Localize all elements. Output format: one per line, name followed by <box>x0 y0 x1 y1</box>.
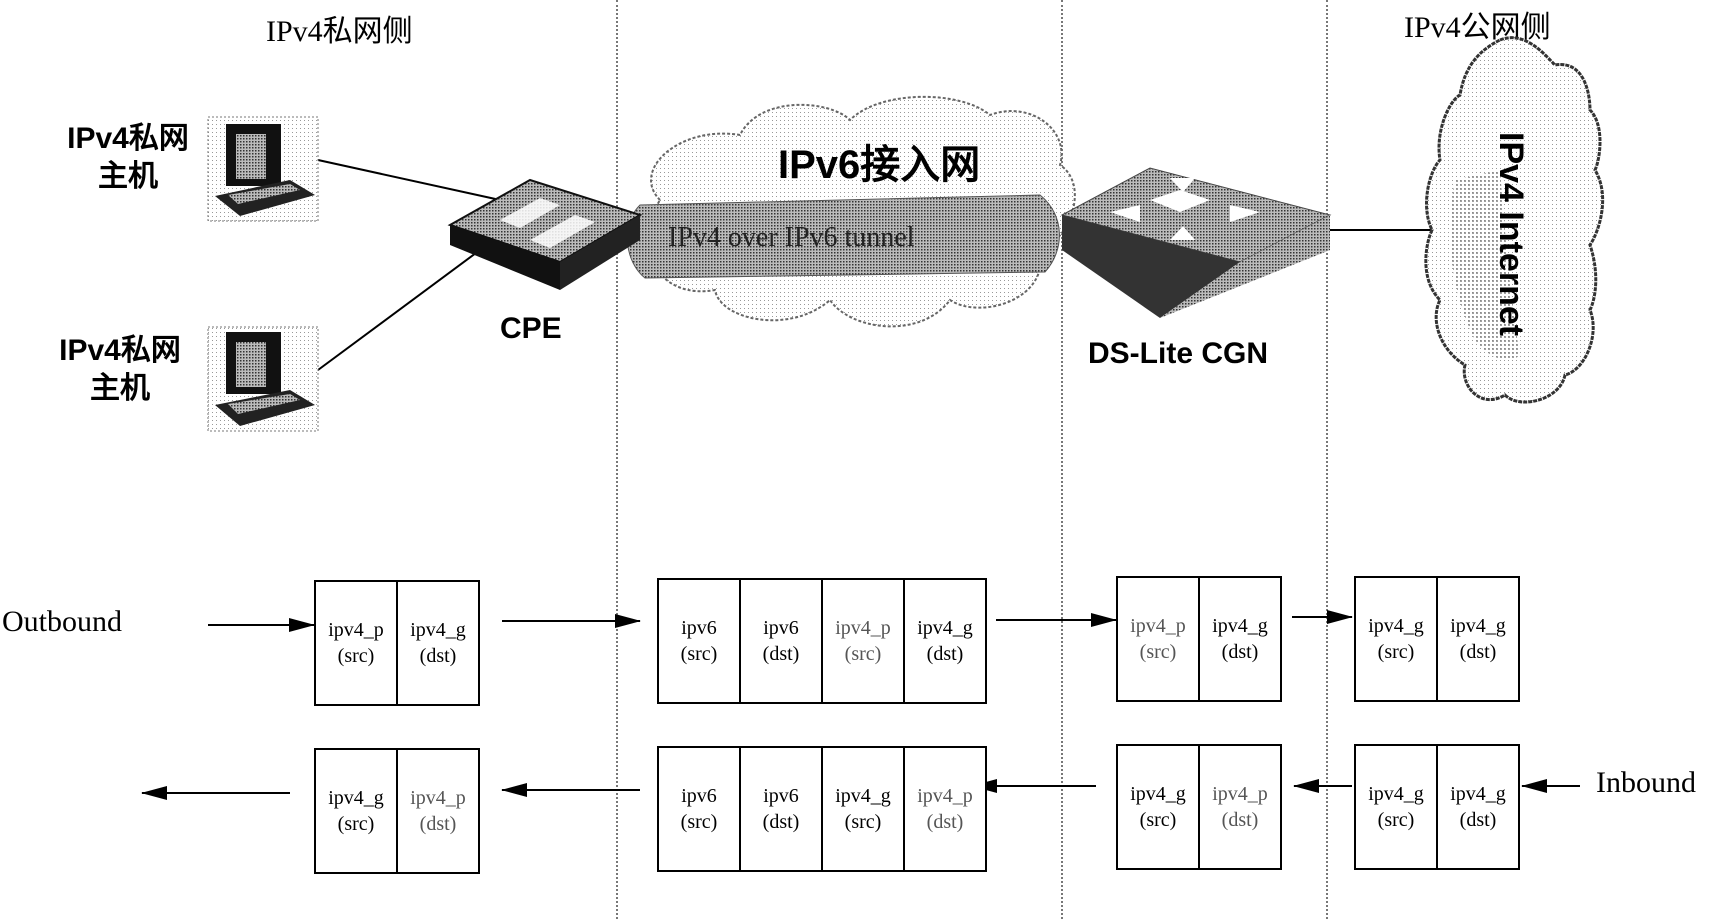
host-1-label-line1: IPv4私网 <box>67 122 189 155</box>
field-role: (src) <box>1139 641 1177 663</box>
field-role: (src) <box>337 813 375 835</box>
host-2-icon <box>207 326 319 432</box>
inbound-packet-public: ipv4_g (src) ipv4_g (dst) <box>1354 744 1520 870</box>
field-name: ipv4_g <box>1212 615 1268 637</box>
outbound-packet-decapsulated: ipv4_p (src) ipv4_g (dst) <box>1116 576 1282 702</box>
field-role: (src) <box>1377 641 1415 663</box>
packet-field: ipv4_g (src) <box>316 750 396 872</box>
field-name: ipv4_g <box>917 617 973 639</box>
outbound-packet-translated: ipv4_g (src) ipv4_g (dst) <box>1354 576 1520 702</box>
ipv4-internet-label: IPv4 Internet <box>1492 132 1530 337</box>
field-role: (src) <box>680 643 718 665</box>
field-role: (src) <box>680 811 718 833</box>
inbound-packet-tunnel: ipv6 (src) ipv6 (dst) ipv4_g (src) ipv4_p (d… <box>657 746 987 872</box>
cgn-label: DS-Lite CGN <box>1088 337 1268 370</box>
field-role: (dst) <box>1221 641 1259 663</box>
field-role: (dst) <box>926 811 964 833</box>
field-name: ipv4_g <box>1450 783 1506 805</box>
field-name: ipv4_p <box>835 617 891 639</box>
field-role: (dst) <box>419 813 457 835</box>
field-name: ipv4_g <box>835 785 891 807</box>
field-name: ipv6 <box>763 617 799 639</box>
host-2-label: IPv4私网 主机 <box>40 332 200 408</box>
field-name: ipv4_g <box>1450 615 1506 637</box>
link-host1-cpe <box>317 159 501 201</box>
packet-field: ipv4_g (src) <box>821 748 903 870</box>
field-role: (src) <box>1139 809 1177 831</box>
field-name: ipv4_g <box>328 787 384 809</box>
field-role: (dst) <box>762 643 800 665</box>
packet-field: ipv4_g (dst) <box>1436 746 1518 868</box>
field-name: ipv4_g <box>1368 783 1424 805</box>
field-name: ipv6 <box>681 785 717 807</box>
host-1-icon <box>207 116 319 222</box>
inbound-packet-untranslated: ipv4_g (src) ipv4_p (dst) <box>1116 744 1282 870</box>
packet-field: ipv6 (src) <box>659 748 739 870</box>
host-2-label-line1: IPv4私网 <box>59 334 181 367</box>
outbound-packet-private: ipv4_p (src) ipv4_g (dst) <box>314 580 480 706</box>
packet-field: ipv4_g (dst) <box>1436 578 1518 700</box>
packet-field: ipv4_p (dst) <box>1198 746 1280 868</box>
field-role: (dst) <box>926 643 964 665</box>
field-name: ipv4_g <box>1130 783 1186 805</box>
host-1-label: IPv4私网 主机 <box>48 120 208 196</box>
inbound-packet-private: ipv4_g (src) ipv4_p (dst) <box>314 748 480 874</box>
outbound-packet-tunnel: ipv6 (src) ipv6 (dst) ipv4_p (src) ipv4_g (d… <box>657 578 987 704</box>
cpe-device-icon <box>447 178 643 290</box>
packet-field: ipv4_g (src) <box>1356 578 1436 700</box>
ipv6-access-network-label: IPv6接入网 <box>778 143 981 187</box>
field-role: (src) <box>844 811 882 833</box>
field-name: ipv4_g <box>410 619 466 641</box>
field-role: (dst) <box>762 811 800 833</box>
field-role: (dst) <box>1221 809 1259 831</box>
link-host2-cpe <box>317 249 481 371</box>
field-name: ipv4_p <box>328 619 384 641</box>
field-role: (src) <box>337 645 375 667</box>
field-name: ipv4_g <box>1368 615 1424 637</box>
packet-field: ipv4_p (src) <box>821 580 903 702</box>
packet-field: ipv4_g (dst) <box>396 582 478 704</box>
packet-field: ipv4_g (dst) <box>903 580 985 702</box>
packet-field: ipv4_p (dst) <box>903 748 985 870</box>
packet-field: ipv4_g (src) <box>1118 746 1198 868</box>
packet-field: ipv6 (dst) <box>739 580 821 702</box>
tunnel-label: IPv4 over IPv6 tunnel <box>668 222 915 253</box>
field-name: ipv6 <box>681 617 717 639</box>
host-2-label-line2: 主机 <box>90 372 150 405</box>
field-name: ipv4_p <box>1130 615 1186 637</box>
field-role: (dst) <box>1459 641 1497 663</box>
field-role: (src) <box>1377 809 1415 831</box>
packet-field: ipv4_g (dst) <box>1198 578 1280 700</box>
field-name: ipv4_p <box>410 787 466 809</box>
packet-field: ipv6 (src) <box>659 580 739 702</box>
outbound-label: Outbound <box>2 605 122 638</box>
packet-field: ipv4_p (dst) <box>396 750 478 872</box>
packet-field: ipv6 (dst) <box>739 748 821 870</box>
field-role: (src) <box>844 643 882 665</box>
inbound-label: Inbound <box>1596 766 1696 799</box>
field-name: ipv4_p <box>1212 783 1268 805</box>
cgn-device-icon <box>1060 167 1332 318</box>
packet-field: ipv4_p (src) <box>316 582 396 704</box>
field-name: ipv6 <box>763 785 799 807</box>
packet-field: ipv4_g (src) <box>1356 746 1436 868</box>
cpe-label: CPE <box>500 312 562 345</box>
host-1-label-line2: 主机 <box>98 160 158 193</box>
packet-field: ipv4_p (src) <box>1118 578 1198 700</box>
field-role: (dst) <box>1459 809 1497 831</box>
field-role: (dst) <box>419 645 457 667</box>
field-name: ipv4_p <box>917 785 973 807</box>
